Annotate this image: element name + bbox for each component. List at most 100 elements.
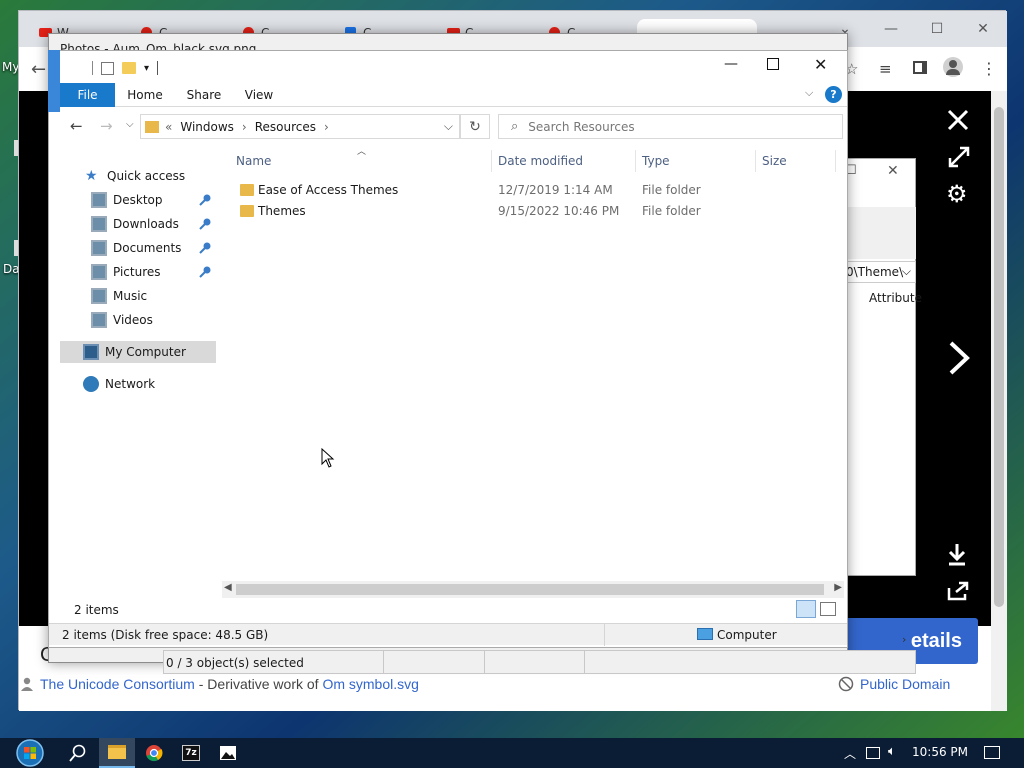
photos-taskbar-icon[interactable] [210, 738, 246, 768]
nav-item-my-computer[interactable]: My Computer [60, 341, 216, 363]
column-header-type[interactable]: Type [636, 150, 756, 172]
profile-avatar-icon[interactable] [943, 57, 963, 77]
search-icon: ⌕ [511, 119, 519, 134]
public-domain-icon [838, 676, 854, 692]
nav-item-desktop[interactable]: Desktop [60, 189, 216, 211]
source-link[interactable]: Om symbol.svg [322, 676, 418, 692]
tab-home[interactable]: Home [124, 83, 166, 107]
search-input[interactable]: ⌕ Search Resources [498, 114, 843, 139]
nav-item-documents[interactable]: Documents [60, 237, 216, 259]
file-explorer-taskbar-icon[interactable] [99, 738, 135, 768]
chevron-right-icon[interactable]: › [242, 120, 247, 134]
maximize-button[interactable]: ☐ [921, 17, 953, 41]
selection-status: 0 / 3 object(s) selected [166, 656, 304, 670]
nav-item-downloads[interactable]: Downloads [60, 213, 216, 235]
volume-icon[interactable]: 🔈︎ [888, 744, 896, 759]
7zip-icon[interactable]: 7z [173, 738, 209, 768]
new-folder-icon[interactable] [122, 62, 136, 74]
breadcrumb-resources[interactable]: Resources [255, 120, 316, 134]
tab-view[interactable]: View [242, 83, 276, 107]
address-bar[interactable]: « Windows › Resources › ⌵ [140, 114, 460, 139]
playlist-icon[interactable]: ≡ [879, 60, 892, 78]
gear-icon[interactable]: ⚙ [946, 182, 968, 206]
author-link[interactable]: The Unicode Consortium [40, 676, 195, 692]
tab-share[interactable]: Share [184, 83, 224, 107]
download-icon[interactable] [946, 542, 968, 566]
music-icon [91, 288, 107, 304]
network-status-icon[interactable] [866, 747, 880, 759]
close-button[interactable]: ✕ [814, 55, 827, 74]
chevron-down-icon: ⌵ [901, 264, 911, 278]
column-header-size[interactable]: Size [756, 150, 836, 172]
search-icon[interactable] [60, 738, 96, 768]
table-row[interactable]: Ease of Access Themes 12/7/2019 1:14 AM … [236, 180, 836, 201]
ribbon-tabs: File Home Share View ⌵ ? [60, 83, 847, 107]
start-button[interactable] [8, 738, 52, 768]
folder-icon [240, 205, 254, 217]
nav-item-pictures[interactable]: Pictures [60, 261, 216, 283]
share-icon[interactable] [946, 580, 970, 602]
refresh-icon[interactable]: ↻ [460, 114, 490, 139]
chevron-right-icon[interactable]: › [324, 120, 329, 134]
pin-icon[interactable] [199, 193, 212, 206]
view-buttons [796, 600, 840, 620]
forward-arrow-icon[interactable]: → [100, 117, 113, 135]
close-icon[interactable] [946, 108, 970, 132]
taskbar-clock[interactable]: 10:56 PM [912, 745, 968, 759]
desktop-icon-label[interactable]: My [2, 60, 19, 74]
menu-dots-icon[interactable]: ⋮ [981, 59, 997, 78]
large-icons-view-icon[interactable] [820, 602, 836, 616]
horizontal-scrollbar[interactable]: ◀ ▶ [222, 581, 844, 598]
tab-file[interactable]: File [60, 83, 115, 107]
computer-status: Computer [717, 628, 777, 642]
column-header-attributes[interactable]: Attribute [869, 291, 922, 305]
properties-icon[interactable] [101, 61, 114, 75]
details-view-icon[interactable] [796, 600, 816, 618]
browser-scrollbar[interactable] [991, 91, 1007, 711]
table-row[interactable]: Themes 9/15/2022 10:46 PM File folder [236, 201, 836, 222]
breadcrumb-windows[interactable]: Windows [180, 120, 234, 134]
desktop-icon [91, 192, 107, 208]
nav-quick-access[interactable]: ★ Quick access [60, 165, 216, 187]
notifications-icon[interactable] [984, 746, 1000, 759]
close-button[interactable]: ✕ [967, 17, 999, 41]
scroll-right-icon[interactable]: › [902, 633, 906, 646]
expand-icon[interactable] [947, 145, 971, 169]
folder-icon [145, 120, 159, 133]
status-bar: 2 items (Disk free space: 48.5 GB) Compu… [49, 623, 847, 646]
minimize-button[interactable]: — [875, 17, 907, 41]
nav-item-music[interactable]: Music [60, 285, 216, 307]
file-type: File folder [642, 183, 701, 197]
minimize-button[interactable]: — [724, 56, 738, 72]
pin-icon[interactable] [199, 265, 212, 278]
maximize-button[interactable] [767, 58, 779, 70]
back-arrow-icon[interactable]: ← [31, 59, 46, 80]
file-name: Themes [258, 204, 306, 218]
videos-icon [91, 312, 107, 328]
chevron-right-icon[interactable] [946, 340, 972, 376]
person-icon [21, 677, 33, 691]
column-header-name[interactable]: Name [230, 150, 492, 172]
dialog-close-button[interactable]: ✕ [887, 163, 899, 179]
column-headers: Name Date modified Type Size [230, 150, 836, 172]
documents-icon [91, 240, 107, 256]
computer-icon [83, 344, 99, 360]
license-link[interactable]: Public Domain [838, 676, 950, 692]
recent-locations-icon[interactable]: ⌵ [126, 119, 134, 130]
expand-ribbon-icon[interactable]: ⌵ [805, 86, 813, 100]
pin-icon[interactable] [199, 217, 212, 230]
show-hidden-icons[interactable]: ︿ [844, 745, 856, 762]
help-icon[interactable]: ? [825, 86, 842, 103]
pin-icon[interactable] [199, 241, 212, 254]
nav-item-videos[interactable]: Videos [60, 309, 216, 331]
chevron-down-icon[interactable]: ⌵ [444, 119, 453, 134]
column-header-date[interactable]: Date modified [492, 150, 636, 172]
overflow-icon[interactable]: « [165, 120, 172, 134]
customize-toolbar-icon[interactable]: ▾ [144, 63, 149, 74]
chrome-icon[interactable] [136, 738, 172, 768]
scroll-left-icon[interactable]: ◀ [224, 582, 232, 593]
nav-item-network[interactable]: Network [60, 373, 216, 395]
sidebar-icon[interactable] [913, 61, 927, 74]
back-arrow-icon[interactable]: ← [70, 117, 83, 135]
scroll-right-icon[interactable]: ▶ [834, 582, 842, 593]
